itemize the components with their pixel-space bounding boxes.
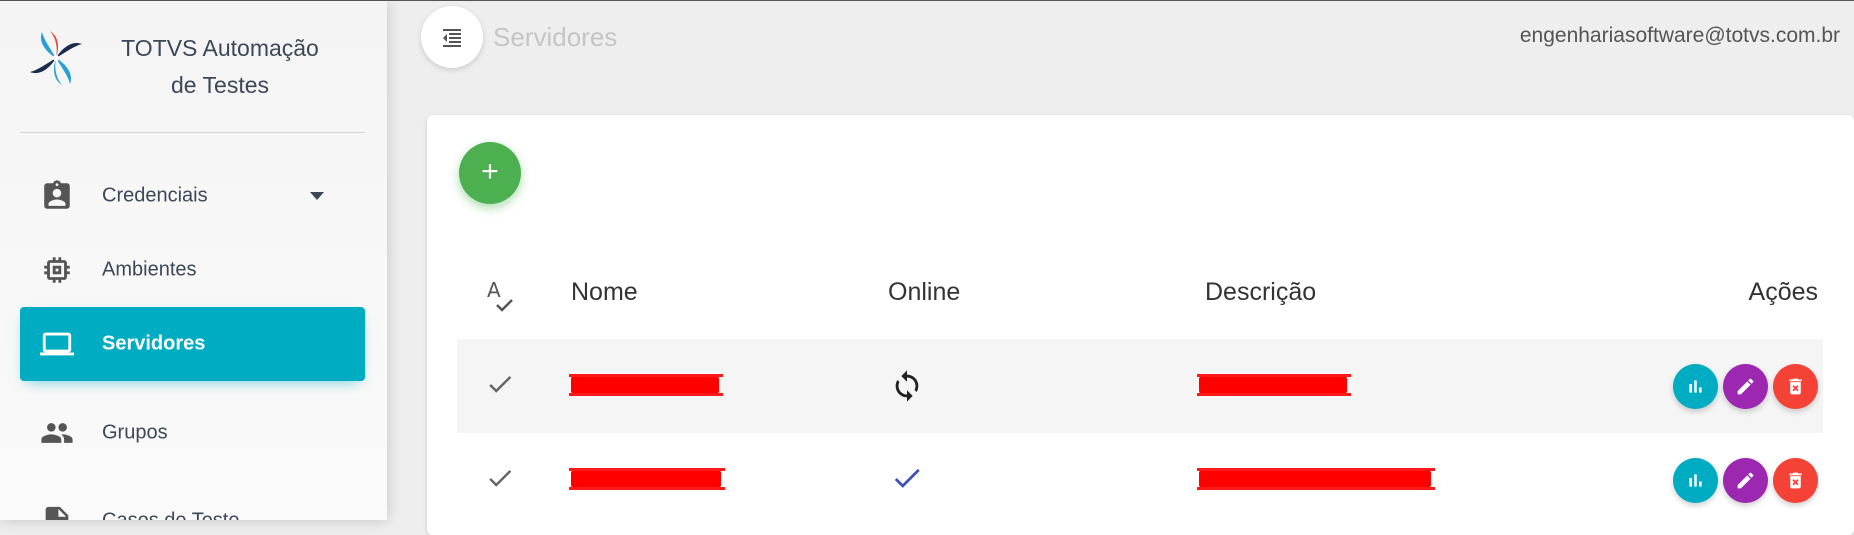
sidebar-item-casos-de-teste[interactable]: Casos de Teste	[20, 484, 365, 520]
bar-chart-icon	[1689, 474, 1702, 487]
column-header-nome[interactable]: Nome	[571, 278, 638, 307]
trash-icon	[1789, 378, 1802, 395]
file-icon	[45, 506, 69, 520]
online-check-icon	[894, 468, 920, 488]
delete-button[interactable]	[1773, 458, 1818, 503]
app-title: TOTVS Automação de Testes	[121, 35, 319, 98]
trash-icon	[1789, 472, 1802, 489]
page-title: Servidores	[493, 22, 618, 52]
edit-button[interactable]	[1723, 458, 1768, 503]
user-email: engenhariasoftware@totvs.com.br	[1519, 24, 1840, 47]
chip-icon	[44, 257, 70, 283]
stats-button[interactable]	[1673, 364, 1718, 409]
people-icon	[41, 423, 73, 443]
check-icon[interactable]	[485, 369, 515, 399]
redacted-server-name	[569, 468, 725, 490]
delete-button[interactable]	[1773, 364, 1818, 409]
sidebar-item-servidores[interactable]: Servidores	[20, 307, 365, 381]
sidebar-item-label: Grupos	[102, 421, 168, 444]
redacted-server-description	[1197, 468, 1435, 490]
column-header-online[interactable]: Online	[888, 278, 960, 307]
brand: TOTVS Automação de Testes	[0, 0, 387, 132]
sidebar-item-label: Servidores	[102, 332, 206, 355]
sidebar-item-credenciais[interactable]: Credenciais	[20, 159, 365, 233]
redacted-server-description	[1197, 374, 1351, 396]
sidebar-item-label: Casos de Teste	[102, 510, 240, 521]
plus-icon: +	[481, 155, 499, 188]
edit-button[interactable]	[1723, 364, 1768, 409]
menu-collapse-icon	[443, 29, 461, 47]
table-row[interactable]	[457, 339, 1823, 433]
window-top-border	[0, 0, 1854, 1]
column-header-acoes: Ações	[1748, 278, 1818, 306]
sync-icon	[895, 370, 919, 402]
table-row[interactable]	[457, 433, 1823, 527]
sidebar: TOTVS Automação de Testes Credenciais Am…	[0, 0, 387, 520]
check-icon[interactable]	[485, 463, 515, 493]
servers-card: + A Nome Online Descrição Ações	[427, 115, 1854, 535]
laptop-icon	[40, 332, 74, 356]
add-server-button[interactable]: +	[459, 142, 521, 204]
redacted-server-name	[569, 374, 723, 396]
sidebar-toggle-button[interactable]	[421, 6, 483, 68]
bar-chart-icon	[1689, 380, 1702, 393]
spellcheck-icon[interactable]: A	[485, 279, 519, 313]
chevron-down-icon	[310, 192, 324, 200]
column-header-descricao[interactable]: Descrição	[1205, 278, 1316, 307]
sidebar-item-ambientes[interactable]: Ambientes	[20, 233, 365, 307]
svg-text:A: A	[487, 279, 501, 302]
sidebar-item-label: Credenciais	[102, 184, 208, 207]
pencil-icon	[1737, 378, 1754, 395]
brand-divider	[20, 132, 365, 133]
sidebar-item-label: Ambientes	[102, 258, 197, 281]
badge-icon	[44, 180, 70, 209]
pencil-icon	[1737, 472, 1754, 489]
stats-button[interactable]	[1673, 458, 1718, 503]
sidebar-item-grupos[interactable]: Grupos	[20, 396, 365, 470]
logo-icon	[30, 31, 82, 85]
